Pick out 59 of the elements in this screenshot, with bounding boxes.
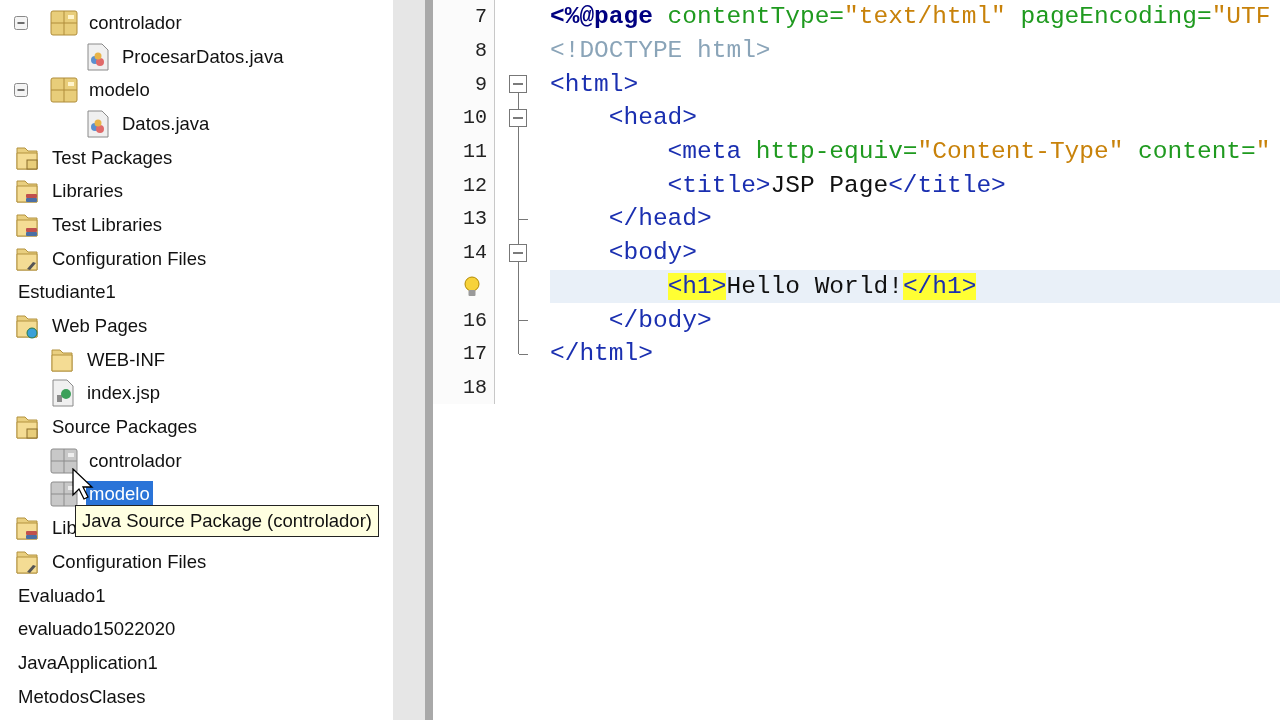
line-number: 9 (475, 72, 487, 96)
tree-item[interactable]: Datos.java (119, 110, 213, 137)
line-number: 12 (463, 173, 487, 197)
line-number: 17 (463, 342, 487, 366)
line-number: 14 (463, 241, 487, 265)
tree-item[interactable]: ProcesarDatos.java (119, 43, 287, 70)
code-line: <%@page contentType="text/html" pageEncoding="UTF (550, 2, 1272, 33)
tree-item[interactable]: modelo (86, 77, 153, 104)
line-number: 13 (463, 207, 487, 231)
package-icon (50, 481, 78, 508)
java-file-icon (85, 42, 111, 71)
tree-item[interactable]: JavaApplication1 (15, 649, 161, 676)
folder-badge-icon (15, 177, 41, 206)
code-line: <title>JSP Page</title> (666, 170, 1007, 201)
package-icon (50, 9, 78, 36)
collapse-toggle[interactable] (14, 83, 28, 98)
line-number: 18 (463, 375, 487, 399)
tree-item[interactable]: Test Packages (49, 144, 176, 171)
tree-item[interactable]: WEB-INF (84, 346, 169, 373)
tree-item[interactable]: Estudiante1 (15, 279, 119, 306)
line-number: 7 (475, 5, 487, 29)
fold-toggle[interactable] (509, 243, 527, 262)
lightbulb-icon[interactable] (463, 274, 481, 299)
line-number: 10 (463, 106, 487, 130)
tree-item[interactable]: evaluado15022020 (15, 616, 179, 643)
line-number: 16 (463, 308, 487, 332)
code-line: <meta http-equiv="Content-Type" content=" (666, 137, 1272, 168)
line-number: 11 (463, 140, 487, 164)
tree-item[interactable]: Libraries (49, 178, 126, 205)
collapse-toggle[interactable] (14, 16, 28, 30)
code-line: <html> (550, 69, 640, 100)
tree-item[interactable]: Web Pages (49, 313, 151, 340)
code-line: </body> (607, 305, 713, 336)
tree-item[interactable]: controlador (86, 447, 185, 474)
package-icon (50, 77, 78, 104)
tree-item[interactable]: Configuration Files (49, 548, 210, 575)
tree-item[interactable]: index.jsp (84, 380, 163, 407)
folder-badge-icon (15, 413, 41, 442)
package-icon (50, 447, 78, 474)
code-line: </head> (607, 204, 713, 235)
code-line: <body> (607, 238, 699, 269)
code-line: <!DOCTYPE html> (550, 36, 772, 67)
fold-toggle[interactable] (509, 109, 527, 128)
tooltip: Java Source Package (controlador) (75, 505, 379, 537)
tree-item[interactable]: Source Packages (49, 414, 200, 441)
code-line: </html> (550, 339, 654, 370)
java-file-icon (85, 109, 111, 138)
tree-item[interactable]: Test Libraries (49, 211, 165, 238)
scrollbar[interactable] (393, 0, 425, 720)
code-line: <head> (607, 103, 699, 134)
fold-toggle[interactable] (509, 75, 527, 94)
tree-item[interactable]: controlador (86, 9, 185, 36)
tree-item[interactable]: Evaluado1 (15, 582, 109, 609)
line-number: 8 (475, 39, 487, 63)
tree-item[interactable]: MetodosClases (15, 683, 149, 710)
folder-badge-icon (15, 514, 41, 543)
folder-badge-icon (15, 312, 41, 341)
tree-item[interactable]: Configuration Files (49, 245, 210, 272)
jsp-file-icon (50, 379, 76, 408)
